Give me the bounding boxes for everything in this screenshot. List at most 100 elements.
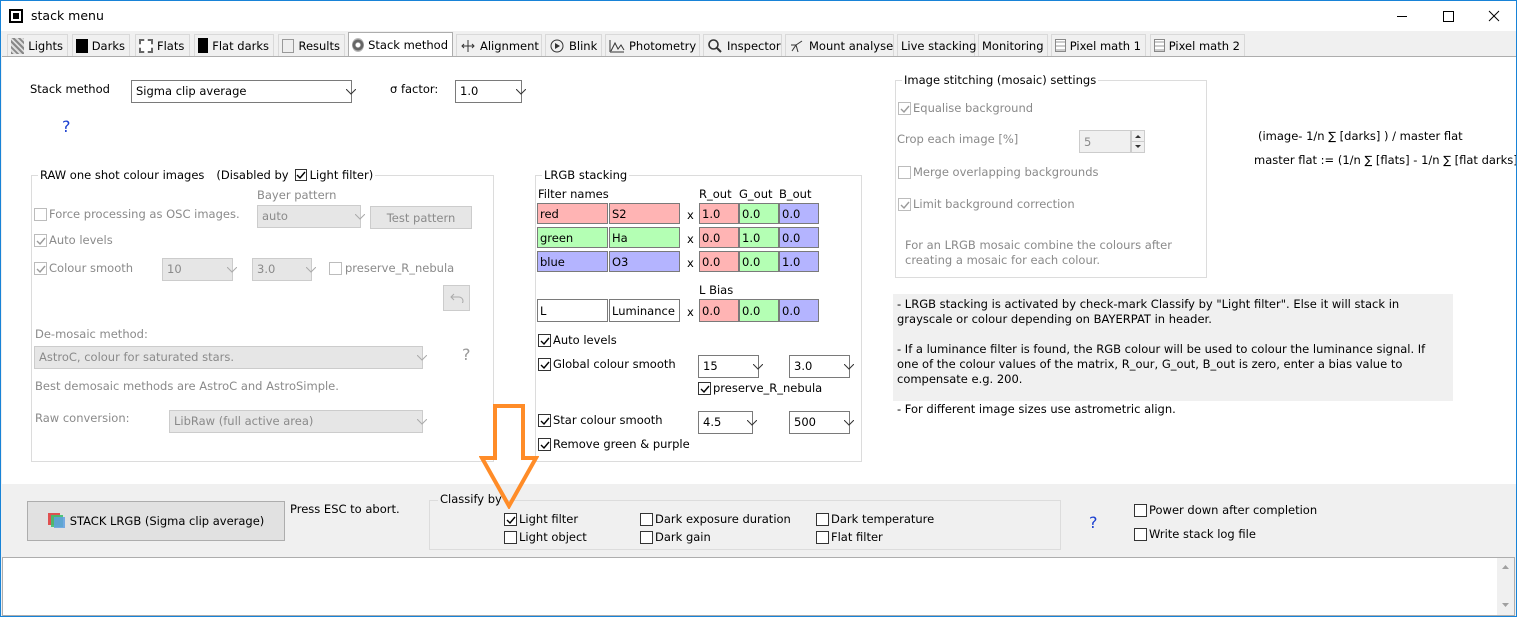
tab-flats[interactable]: Flats	[135, 34, 190, 56]
tab-mount-analyse[interactable]: Mount analyse	[785, 34, 894, 56]
bayer-pattern-select[interactable]: auto	[257, 205, 365, 228]
green-g-field[interactable]: 1.0	[739, 227, 779, 248]
log-scrollbar[interactable]	[1497, 558, 1514, 615]
tab-darks[interactable]: Darks	[72, 34, 130, 56]
green-filter-field[interactable]: Ha	[609, 227, 680, 248]
red-filter-field[interactable]: S2	[609, 203, 680, 224]
minimize-button[interactable]	[1379, 1, 1425, 31]
red-b-field[interactable]: 0.0	[779, 203, 819, 224]
title-bar: stack menu	[1, 1, 1516, 31]
demosaic-help-button[interactable]: ?	[462, 345, 471, 364]
global-smooth-select-2[interactable]: 3.0	[789, 355, 854, 378]
tab-flat-darks[interactable]: Flat darks	[194, 34, 274, 56]
bayer-pattern-label: Bayer pattern	[257, 188, 337, 202]
tab-photometry[interactable]: Photometry	[605, 34, 700, 56]
light-filter-checkbox[interactable]	[504, 513, 517, 526]
star-smooth-checkbox[interactable]	[538, 414, 551, 427]
equalise-background-checkbox[interactable]	[898, 102, 911, 115]
global-smooth-checkbox[interactable]	[538, 358, 551, 371]
green-name-field[interactable]: green	[537, 227, 608, 248]
stack-help-button[interactable]: ?	[62, 117, 71, 136]
lrgb-preserve-checkbox[interactable]	[698, 382, 711, 395]
lum-name-field[interactable]: L	[537, 299, 608, 322]
blue-g-field[interactable]: 0.0	[739, 251, 779, 272]
raw-preserve-label: preserve_R_nebula	[345, 261, 455, 275]
tab-pixel-math-2[interactable]: Pixel math 2	[1150, 34, 1245, 56]
flat-filter-checkbox[interactable]	[816, 531, 829, 544]
green-b-field[interactable]: 0.0	[779, 227, 819, 248]
colour-smooth-select[interactable]: 10	[162, 258, 237, 281]
global-smooth-select[interactable]: 15	[698, 355, 763, 378]
star-smooth-select-2[interactable]: 500	[789, 411, 854, 434]
light-object-checkbox[interactable]	[504, 531, 517, 544]
dark-gain-checkbox[interactable]	[640, 531, 653, 544]
demosaic-label: De-mosaic method:	[35, 327, 148, 341]
stack-log-memo[interactable]	[2, 557, 1515, 616]
blink-icon	[549, 38, 565, 54]
results-icon	[282, 38, 295, 53]
tab-monitoring[interactable]: Monitoring	[978, 34, 1048, 56]
filter-names-header: Filter names	[538, 187, 609, 201]
annotation-arrow-icon	[479, 404, 539, 509]
test-pattern-button[interactable]: Test pattern	[370, 206, 472, 229]
write-log-checkbox[interactable]	[1134, 528, 1147, 541]
force-osc-checkbox[interactable]	[34, 208, 47, 221]
classify-help-button[interactable]: ?	[1089, 513, 1098, 532]
crop-input[interactable]: 5	[1079, 130, 1131, 153]
power-down-checkbox[interactable]	[1134, 504, 1147, 517]
raw-auto-levels-checkbox[interactable]	[34, 234, 47, 247]
tab-alignment[interactable]: Alignment	[456, 34, 542, 56]
lum-filter-field[interactable]: Luminance	[609, 299, 680, 322]
blue-r-field[interactable]: 0.0	[699, 251, 739, 272]
info-paragraph-1: - LRGB stacking is activated by check-ma…	[897, 297, 1400, 326]
undo-button[interactable]	[443, 285, 470, 311]
tab-stack-method[interactable]: Stack method	[348, 32, 453, 56]
star-smooth-select[interactable]: 4.5	[698, 411, 757, 434]
remove-green-purple-label: Remove green & purple	[553, 437, 690, 451]
tab-bar: Lights Darks Flats Flat darks Results St…	[1, 32, 1516, 56]
lrgb-auto-levels-checkbox[interactable]	[538, 334, 551, 347]
blue-filter-field[interactable]: O3	[609, 251, 680, 272]
red-r-field[interactable]: 1.0	[699, 203, 739, 224]
dark-exposure-label: Dark exposure duration	[655, 512, 791, 526]
colour-smooth-label: Colour smooth	[49, 261, 134, 275]
tab-inspector[interactable]: Inspector	[703, 34, 782, 56]
lum-g-field[interactable]: 0.0	[739, 299, 779, 322]
lum-b-field[interactable]: 0.0	[779, 299, 819, 322]
demosaic-select[interactable]: AstroC, colour for saturated stars.	[34, 346, 427, 369]
tab-results[interactable]: Results	[278, 34, 345, 56]
sigma-factor-select[interactable]: 1.0	[455, 80, 526, 103]
global-smooth-label: Global colour smooth	[553, 357, 676, 371]
dark-temperature-checkbox[interactable]	[816, 513, 829, 526]
limit-correction-checkbox[interactable]	[898, 198, 911, 211]
close-button[interactable]	[1471, 1, 1516, 31]
tab-live-stacking[interactable]: Live stacking	[897, 34, 976, 56]
raw-conversion-select[interactable]: LibRaw (full active area)	[169, 410, 427, 433]
tab-pixel-math-1[interactable]: Pixel math 1	[1051, 34, 1146, 56]
stack-method-select[interactable]: Sigma clip average	[131, 80, 356, 103]
tab-lights[interactable]: Lights	[7, 34, 68, 56]
tab-blink[interactable]: Blink	[545, 34, 602, 56]
stack-lrgb-button[interactable]: STACK LRGB (Sigma clip average)	[27, 501, 285, 541]
force-osc-label: Force processing as OSC images.	[49, 207, 240, 221]
red-g-field[interactable]: 0.0	[739, 203, 779, 224]
stack-method-icon	[352, 37, 365, 52]
lrgb-group-title: LRGB stacking	[542, 168, 630, 182]
raw-preserve-checkbox[interactable]	[329, 262, 342, 275]
lum-r-field[interactable]: 0.0	[699, 299, 739, 322]
blue-b-field[interactable]: 1.0	[779, 251, 819, 272]
crop-spinner[interactable]	[1131, 130, 1145, 153]
dark-exposure-checkbox[interactable]	[640, 513, 653, 526]
write-log-label: Write stack log file	[1149, 527, 1256, 541]
remove-green-purple-checkbox[interactable]	[538, 438, 551, 451]
maximize-button[interactable]	[1425, 1, 1471, 31]
red-name-field[interactable]: red	[537, 203, 608, 224]
green-r-field[interactable]: 0.0	[699, 227, 739, 248]
colour-smooth-select-2[interactable]: 3.0	[252, 258, 316, 281]
colour-smooth-checkbox[interactable]	[34, 262, 47, 275]
merge-overlap-checkbox[interactable]	[898, 166, 911, 179]
blue-name-field[interactable]: blue	[537, 251, 608, 272]
app-icon	[9, 9, 23, 23]
window-title: stack menu	[31, 8, 104, 23]
star-smooth-label: Star colour smooth	[553, 413, 663, 427]
